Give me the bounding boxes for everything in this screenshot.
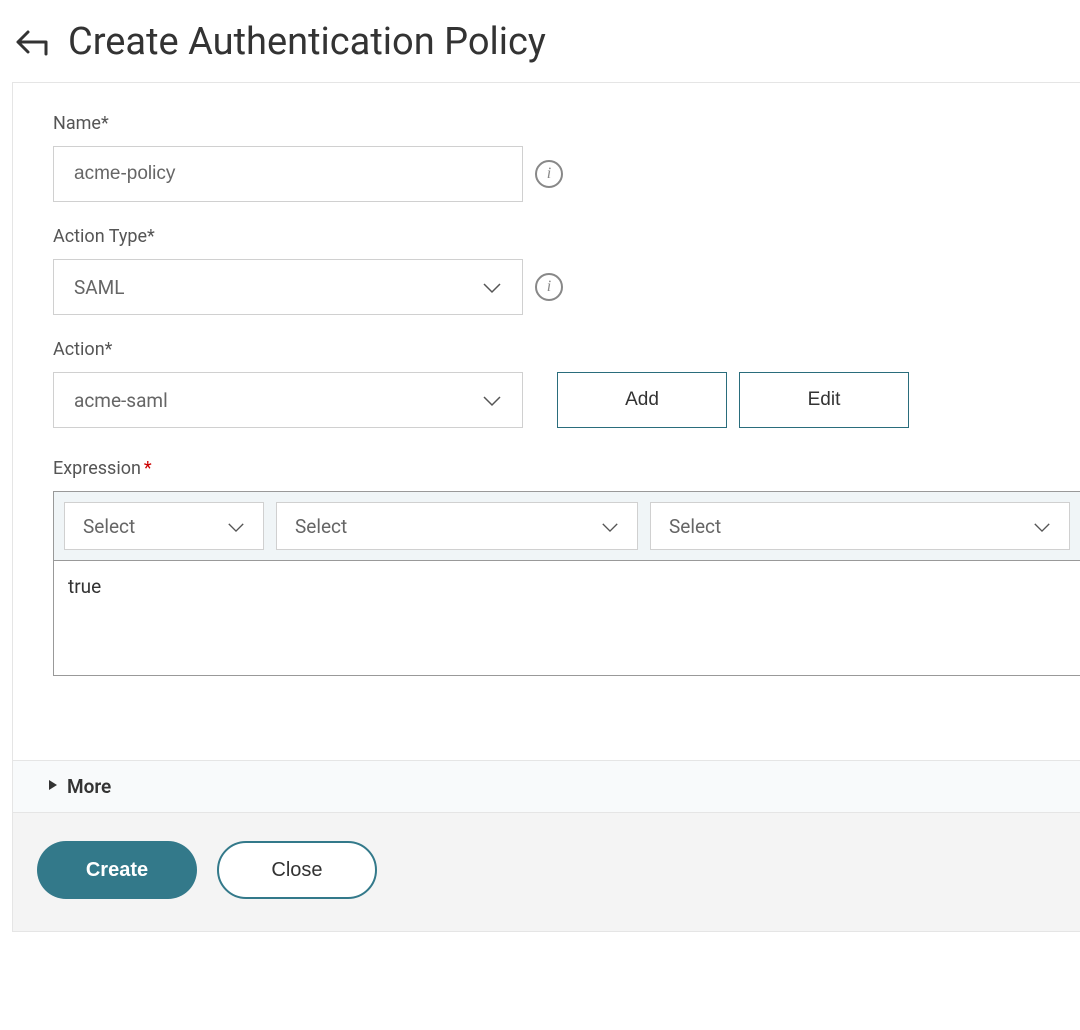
action-value: acme-saml [74, 389, 168, 412]
info-icon[interactable]: i [535, 273, 563, 301]
page-title: Create Authentication Policy [68, 20, 546, 64]
expression-editor[interactable] [54, 561, 1080, 671]
action-type-label: Action Type* [53, 226, 1080, 247]
name-label: Name* [53, 113, 1080, 134]
expression-toolbar: Select Select Select [54, 492, 1080, 561]
expression-select-1[interactable]: Select [64, 502, 264, 550]
chevron-down-icon [482, 276, 502, 299]
expression-box: Select Select Select [53, 491, 1080, 676]
more-section[interactable]: More [13, 760, 1080, 813]
expression-label: Expression* [53, 458, 1080, 479]
chevron-down-icon [601, 515, 619, 538]
expression-select-3[interactable]: Select [650, 502, 1070, 550]
back-arrow-icon[interactable] [14, 27, 54, 57]
chevron-down-icon [1033, 515, 1051, 538]
name-input[interactable] [53, 146, 523, 202]
chevron-down-icon [482, 389, 502, 412]
footer-actions: Create Close [13, 813, 1080, 931]
close-button[interactable]: Close [217, 841, 377, 899]
chevron-down-icon [227, 515, 245, 538]
action-label: Action* [53, 339, 1080, 360]
edit-button[interactable]: Edit [739, 372, 909, 428]
action-type-dropdown[interactable]: SAML [53, 259, 523, 315]
add-button[interactable]: Add [557, 372, 727, 428]
create-button[interactable]: Create [37, 841, 197, 899]
action-type-value: SAML [74, 276, 125, 299]
more-label: More [67, 775, 111, 798]
form-container: Name* i Action Type* SAML i Action* [12, 82, 1080, 932]
triangle-right-icon [47, 778, 59, 796]
action-dropdown[interactable]: acme-saml [53, 372, 523, 428]
info-icon[interactable]: i [535, 160, 563, 188]
expression-select-2[interactable]: Select [276, 502, 638, 550]
